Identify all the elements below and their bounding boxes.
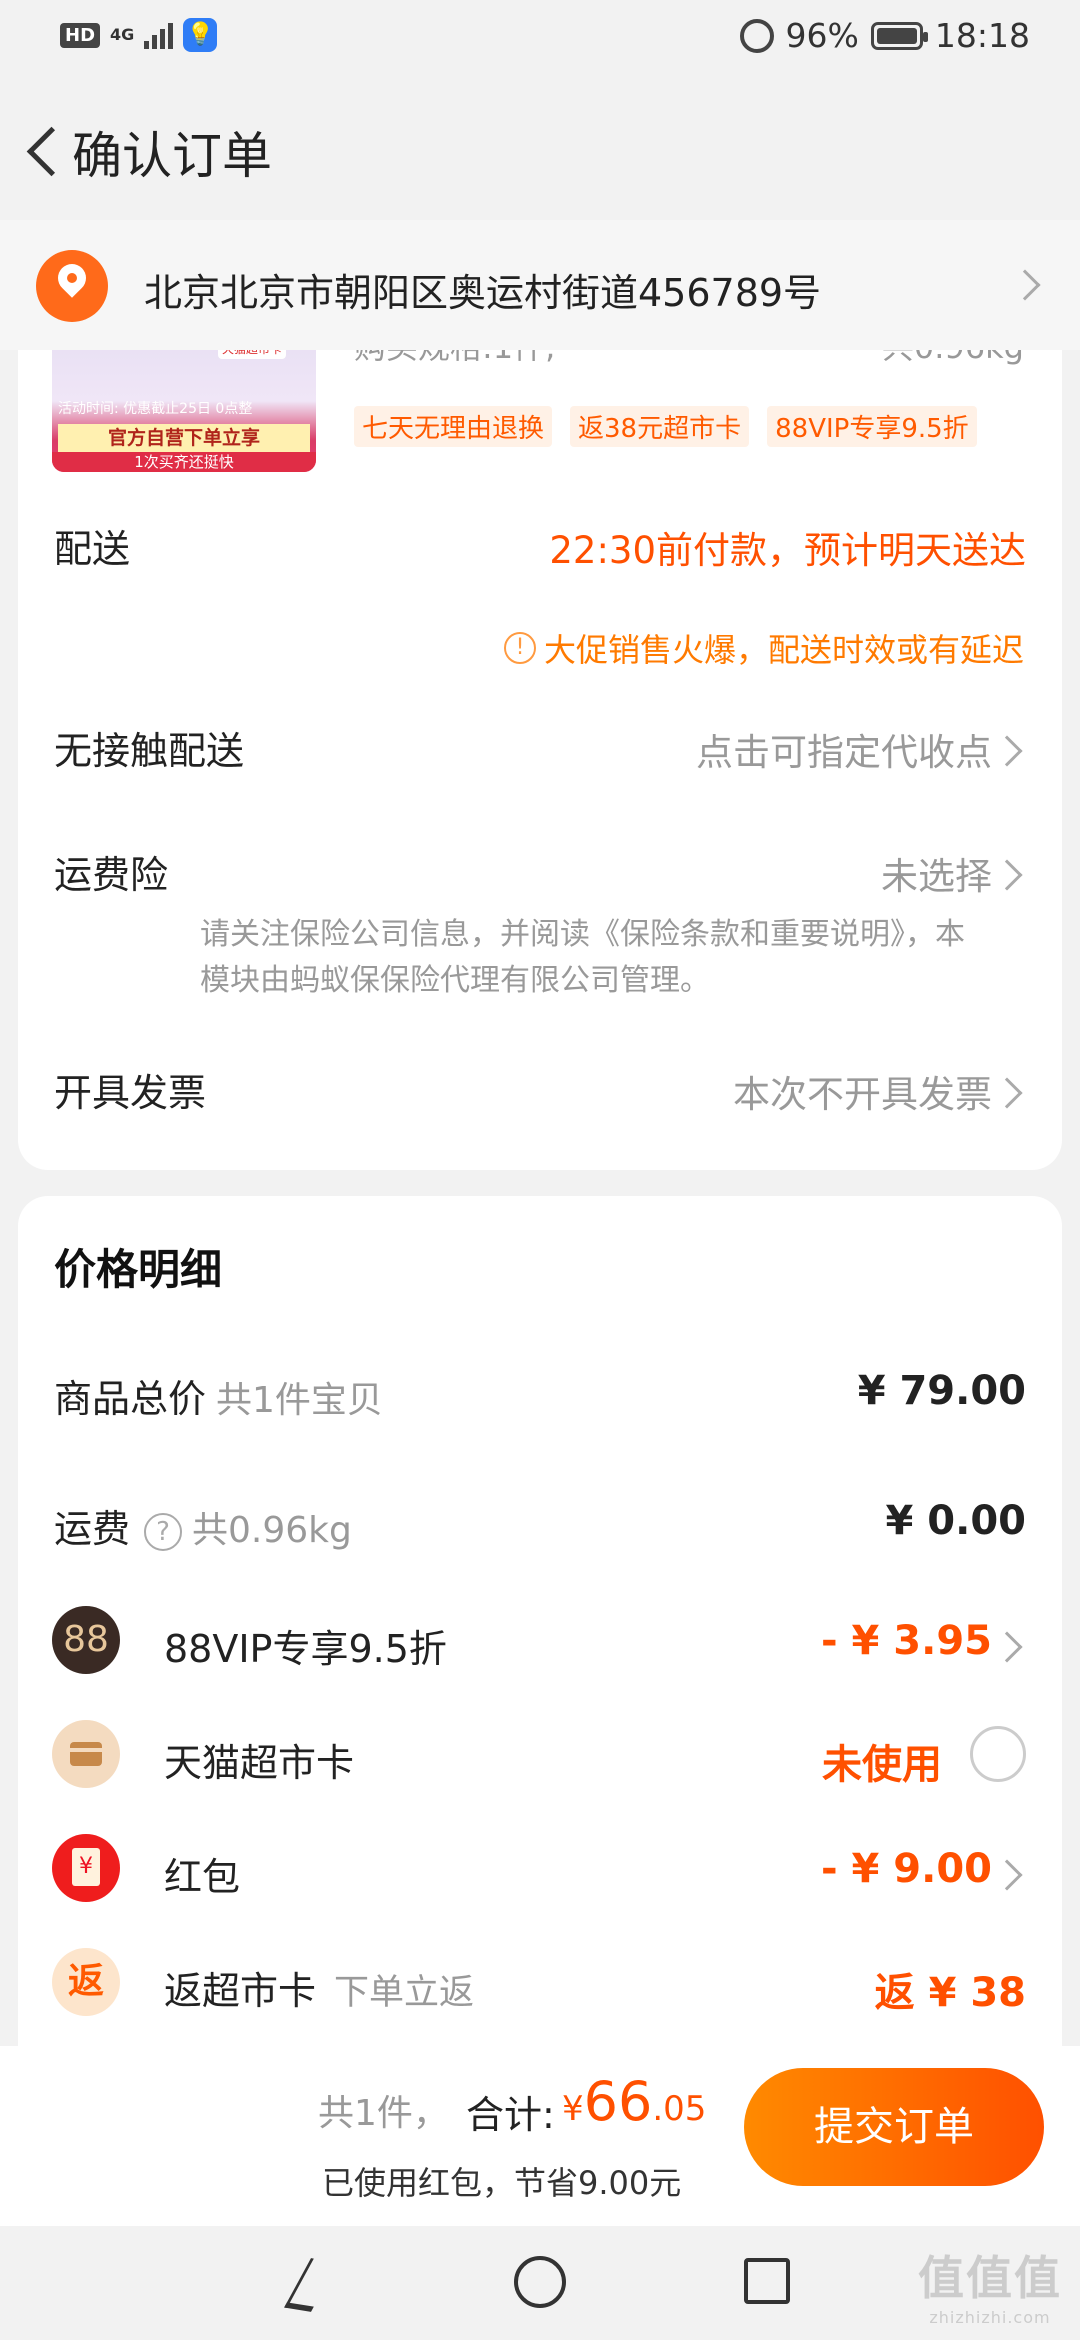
invoice-value[interactable]: 本次不开具发票	[733, 1064, 992, 1118]
card-value: 未使用	[822, 1742, 942, 1788]
thumb-footer: 1次买齐还挺快	[52, 452, 316, 472]
price-detail-title: 价格明细	[54, 1245, 223, 1294]
chevron-right-icon[interactable]	[991, 735, 1023, 767]
order-card: 天猫超市卡 活动时间: 优惠截止25日 0点整 官方自营下单立享 1次买齐还挺快…	[18, 340, 1062, 1170]
chevron-right-icon[interactable]	[991, 859, 1023, 891]
chevron-right-icon[interactable]	[1009, 269, 1041, 301]
goods-total-sub: 共1件宝贝	[216, 1380, 383, 1421]
watermark: 值值值 zhizhizhi.com	[918, 2242, 1062, 2327]
return-label: 返超市卡	[164, 1969, 317, 2013]
delivery-warning-text: 大促销售火爆，配送时效或有延迟	[543, 631, 1024, 669]
total-currency: ¥	[562, 2089, 584, 2129]
tag-return: 七天无理由退换	[354, 406, 553, 447]
return-value: 返 ¥ 38	[874, 1970, 1026, 2016]
product-thumbnail[interactable]: 天猫超市卡 活动时间: 优惠截止25日 0点整 官方自营下单立享 1次买齐还挺快	[52, 340, 316, 472]
redpacket-label: 红包	[164, 1855, 241, 1899]
product-tags: 七天无理由退换 返38元超市卡 88VIP专享9.5折	[354, 406, 977, 447]
nav-back-icon[interactable]	[284, 2254, 334, 2310]
nav-home-icon[interactable]	[514, 2256, 566, 2308]
watermark-logo: 值值值	[918, 2251, 1062, 2305]
thumb-banner: 官方自营下单立享	[58, 424, 310, 452]
card-label: 天猫超市卡	[164, 1741, 355, 1785]
network-type: 4G	[110, 25, 135, 44]
goods-total-label: 商品总价	[54, 1377, 207, 1421]
invoice-label: 开具发票	[54, 1071, 207, 1115]
system-nav-bar: 值值值 zhizhizhi.com	[0, 2226, 1080, 2340]
notification-icon: 💡	[183, 18, 218, 52]
tag-card: 返38元超市卡	[570, 406, 750, 447]
clock: 18:18	[934, 16, 1030, 55]
insurance-value[interactable]: 未选择	[881, 846, 992, 900]
signal-icon	[144, 21, 174, 49]
battery-percent: 96%	[785, 16, 859, 55]
title-bar: 确认订单	[0, 80, 1080, 220]
total-integer: 66	[583, 2070, 653, 2133]
price-detail-card: 价格明细 商品总价 共1件宝贝 ¥ 79.00 运费? 共0.96kg ¥ 0.00…	[18, 1196, 1062, 2056]
delivery-warning: ! 大促销售火爆，配送时效或有延迟	[503, 625, 1024, 671]
contactless-label: 无接触配送	[54, 729, 245, 773]
hd-badge: HD	[60, 22, 101, 48]
address-bar[interactable]: 北京北京市朝阳区奥运村街道456789号	[0, 220, 1080, 350]
checkout-bar: 共1件， 合计: ¥66.05 已使用红包，节省9.00元 提交订单	[0, 2046, 1080, 2226]
contactless-value[interactable]: 点击可指定代收点	[696, 722, 992, 776]
warning-icon: !	[503, 632, 536, 664]
help-icon[interactable]: ?	[144, 1512, 183, 1551]
chevron-right-icon[interactable]	[991, 1077, 1023, 1109]
shipping-sub: 共0.96kg	[192, 1510, 352, 1551]
total-amount: ¥66.05	[562, 2070, 706, 2133]
red-packet-icon	[52, 1834, 120, 1902]
location-pin-icon	[36, 250, 108, 322]
total-label: 合计:	[466, 2093, 555, 2137]
status-bar: HD 4G 💡 96% 18:18	[0, 0, 1080, 76]
insurance-label: 运费险	[54, 853, 169, 897]
saved-text: 已使用红包，节省9.00元	[322, 2164, 682, 2202]
return-sub: 下单立返	[334, 1973, 475, 2013]
battery-icon	[870, 21, 928, 50]
goods-total-row: 商品总价 共1件宝贝	[54, 1368, 383, 1423]
tag-vip: 88VIP专享9.5折	[767, 406, 977, 447]
card-radio[interactable]	[970, 1726, 1026, 1782]
delivery-value: 22:30前付款，预计明天送达	[549, 529, 1026, 572]
chevron-right-icon[interactable]	[991, 1631, 1023, 1663]
shipping-value: ¥ 0.00	[885, 1498, 1026, 1544]
submit-order-button[interactable]: 提交订单	[744, 2068, 1044, 2186]
goods-total-value: ¥ 79.00	[857, 1368, 1026, 1414]
chevron-right-icon[interactable]	[991, 1859, 1023, 1891]
vip-value[interactable]: - ¥ 3.95	[821, 1618, 992, 1664]
back-icon[interactable]	[20, 118, 70, 182]
return-row: 返超市卡 下单立返	[164, 1960, 474, 2015]
return-icon: 返	[52, 1948, 120, 2016]
item-count: 共1件，	[318, 2093, 449, 2134]
card-icon	[52, 1720, 120, 1788]
address-text[interactable]: 北京北京市朝阳区奥运村街道456789号	[144, 262, 821, 317]
alarm-icon	[739, 18, 774, 53]
nav-recents-icon[interactable]	[744, 2258, 790, 2304]
vip-label: 88VIP专享9.5折	[164, 1627, 447, 1671]
page-title: 确认订单	[72, 127, 272, 185]
vip-88-icon: 88	[52, 1606, 120, 1674]
shipping-label: 运费	[54, 1507, 131, 1551]
redpacket-value[interactable]: - ¥ 9.00	[821, 1846, 992, 1892]
watermark-url: zhizhizhi.com	[929, 2308, 1051, 2327]
insurance-note: 请关注保险公司信息，并阅读《保险条款和重要说明》，本模块由蚂蚁保保险代理有限公司…	[200, 917, 965, 998]
total-decimal: .05	[652, 2089, 707, 2129]
delivery-label: 配送	[54, 527, 131, 571]
shipping-row: 运费? 共0.96kg	[54, 1498, 352, 1553]
thumb-line: 活动时间: 优惠截止25日 0点整	[58, 401, 253, 417]
